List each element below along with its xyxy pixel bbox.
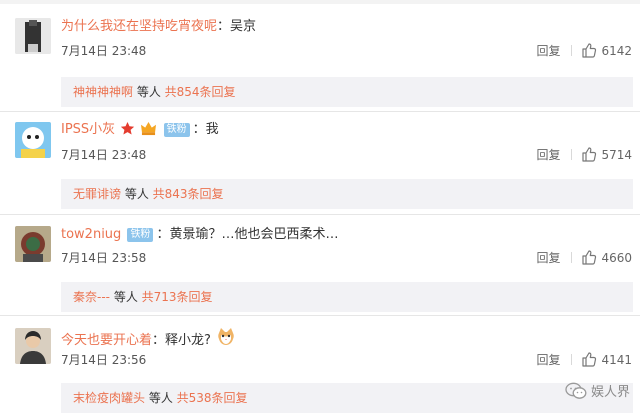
reply-button[interactable]: 回复: [536, 350, 560, 370]
reply-button[interactable]: 回复: [536, 248, 560, 268]
comment-item: 为什么我还在坚持吃宵夜呢：吴京 7月14日 23:48 回复 6142 神神神神啊…: [0, 5, 640, 108]
avatar-image: [15, 226, 51, 262]
reply-thread[interactable]: 无罪诽谤 等人 共843条回复: [61, 179, 633, 209]
like-count: 4141: [601, 353, 632, 367]
comment-text: ：释小龙?: [152, 333, 211, 348]
like-button[interactable]: 6142: [581, 41, 632, 61]
thumbs-up-icon: [582, 250, 597, 265]
top-strip: [0, 0, 640, 4]
reply-thread[interactable]: 秦奈--- 等人 共713条回复: [61, 282, 633, 312]
action-divider: [571, 252, 573, 263]
avatar-image: [15, 122, 51, 158]
thumbs-up-icon: [582, 352, 597, 367]
comment-text: ：黄景瑜？…他也会巴西柔术…: [156, 227, 339, 242]
comment-line: tow2niug 铁粉 ：黄景瑜？…他也会巴西柔术…: [61, 225, 338, 245]
comment-time: 7月14日 23:48: [61, 148, 147, 162]
crown-icon: [140, 121, 157, 143]
comment-actions: 回复 4141: [536, 350, 632, 370]
like-count: 5714: [601, 148, 632, 162]
reply-user-name[interactable]: 末检疫肉罐头: [73, 391, 145, 405]
avatar[interactable]: [15, 122, 51, 158]
avatar[interactable]: [15, 18, 51, 54]
wechat-icon: [565, 382, 587, 399]
avatar-image: [15, 18, 51, 54]
avatar[interactable]: [15, 226, 51, 262]
comment-line: IPSS小灰 铁粉 ：我: [61, 120, 219, 140]
reply-etal: 等人: [133, 85, 165, 99]
like-button[interactable]: 5714: [581, 145, 632, 165]
reply-user-name[interactable]: 无罪诽谤: [73, 187, 121, 201]
comment-item: 今天也要开心着：释小龙? 7月14日 23:56 回复 4141 末检疫肉罐头 等…: [0, 315, 640, 418]
watermark: 娱人界: [565, 382, 630, 402]
comment-item: tow2niug 铁粉 ：黄景瑜？…他也会巴西柔术… 7月14日 23:58 回复…: [0, 213, 640, 316]
like-count: 6142: [601, 44, 632, 58]
watermark-text: 娱人界: [590, 385, 630, 400]
reply-button[interactable]: 回复: [536, 41, 560, 61]
username[interactable]: 今天也要开心着: [61, 333, 152, 348]
like-button[interactable]: 4660: [581, 248, 632, 268]
comment-line: 为什么我还在坚持吃宵夜呢：吴京: [61, 17, 256, 37]
reply-total[interactable]: 共538条回复: [177, 391, 248, 405]
username[interactable]: IPSS小灰: [61, 122, 115, 137]
comment-item: IPSS小灰 铁粉 ：我 7月14日 23:48 回复 5714 无罪诽谤 等人 共…: [0, 108, 640, 211]
comment-actions: 回复 6142: [536, 41, 632, 61]
reply-total[interactable]: 共854条回复: [165, 85, 236, 99]
comment-actions: 回复 4660: [536, 248, 632, 268]
reply-total[interactable]: 共713条回复: [142, 290, 213, 304]
reply-user-name[interactable]: 神神神神啊: [73, 85, 133, 99]
reply-thread[interactable]: 末检疫肉罐头 等人 共538条回复: [61, 383, 633, 413]
reply-thread[interactable]: 神神神神啊 等人 共854条回复: [61, 77, 633, 107]
username[interactable]: tow2niug: [61, 227, 121, 242]
thumbs-up-icon: [582, 147, 597, 162]
avatar[interactable]: [15, 328, 51, 364]
like-button[interactable]: 4141: [581, 350, 632, 370]
reply-etal: 等人: [145, 391, 177, 405]
comment-text: ：吴京: [217, 19, 257, 34]
action-divider: [571, 354, 573, 365]
action-divider: [571, 45, 573, 56]
comment-actions: 回复 5714: [536, 145, 632, 165]
like-count: 4660: [601, 251, 632, 265]
avatar-image: [15, 328, 51, 364]
reply-button[interactable]: 回复: [536, 145, 560, 165]
reply-etal: 等人: [110, 290, 142, 304]
comment-line: 今天也要开心着：释小龙?: [61, 327, 236, 348]
reply-etal: 等人: [121, 187, 153, 201]
comment-time: 7月14日 23:48: [61, 44, 147, 58]
cat-emoji-icon: [216, 327, 236, 354]
comment-text: ：我: [192, 122, 219, 137]
username[interactable]: 为什么我还在坚持吃宵夜呢: [61, 19, 217, 34]
fan-badge: 铁粉: [163, 123, 190, 137]
comment-time: 7月14日 23:58: [61, 251, 147, 265]
thumbs-up-icon: [582, 43, 597, 58]
fan-badge: 铁粉: [127, 228, 154, 242]
red-star-icon: [120, 121, 135, 143]
reply-total[interactable]: 共843条回复: [153, 187, 224, 201]
comment-time: 7月14日 23:56: [61, 353, 147, 367]
action-divider: [571, 149, 573, 160]
reply-user-name[interactable]: 秦奈---: [73, 290, 110, 304]
